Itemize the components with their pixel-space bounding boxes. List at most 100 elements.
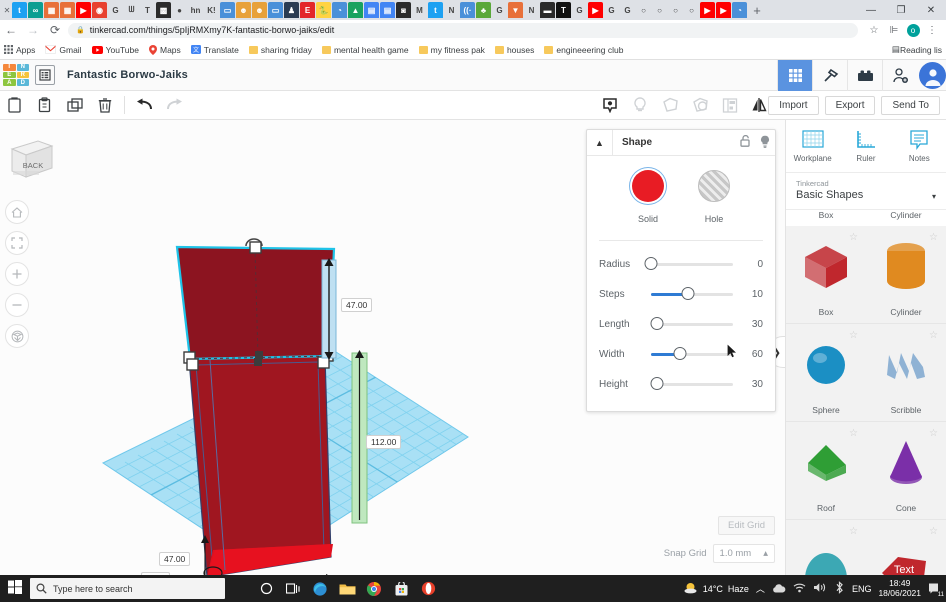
bluetooth-icon[interactable] [834, 581, 845, 596]
bookmark-gmail[interactable]: Gmail [45, 45, 81, 55]
colorgrid-tab-2[interactable]: ▦ [60, 2, 75, 18]
length-slider-track[interactable] [651, 323, 733, 326]
bookmark-sharing-friday[interactable]: sharing friday [249, 45, 312, 55]
google-tab-5[interactable]: G [620, 2, 635, 18]
google-tab-1[interactable]: G [108, 2, 123, 18]
gmail-tab[interactable]: M [412, 2, 427, 18]
width-slider-knob[interactable] [673, 347, 686, 360]
bricks-button[interactable] [847, 60, 882, 91]
zoom-out-button[interactable] [5, 293, 29, 317]
dim-label-112[interactable]: 112.00 [366, 435, 401, 449]
steps-slider-track[interactable] [651, 293, 733, 296]
blank-tab-4[interactable]: ○ [684, 2, 699, 18]
new-tab-button[interactable]: + [748, 3, 766, 18]
edge-button[interactable] [307, 575, 333, 602]
volume-icon[interactable] [813, 582, 827, 595]
doc-tab-1[interactable]: ▤ [364, 2, 379, 18]
dim-label-47-top[interactable]: 47.00 [341, 298, 372, 312]
youtube-tab-4[interactable]: ▶ [716, 2, 731, 18]
radius-slider-knob[interactable] [645, 257, 658, 270]
shape-cone[interactable]: ☆Cone [866, 422, 946, 520]
user-tab-1[interactable]: ☻ [236, 2, 251, 18]
google-tab-2[interactable]: G [492, 2, 507, 18]
width-slider-track[interactable] [651, 353, 733, 356]
hole-mode-option[interactable]: Hole [698, 170, 730, 227]
start-button[interactable] [0, 580, 30, 597]
radius-slider[interactable]: Radius0 [599, 249, 763, 279]
favorite-star-icon[interactable]: ☆ [929, 330, 938, 341]
length-slider-knob[interactable] [650, 317, 663, 330]
tinkercad-active-tab[interactable]: T [556, 2, 571, 18]
youtube-tab-2[interactable]: ▶ [588, 2, 603, 18]
snap-grid-select[interactable]: 1.0 mm ▴ [713, 544, 775, 563]
store-button[interactable] [388, 575, 414, 602]
window-maximize-button[interactable]: ❐ [886, 5, 916, 16]
blue-badge-tab-2[interactable]: ▭ [268, 2, 283, 18]
zoom-in-button[interactable] [5, 262, 29, 286]
cortana-button[interactable] [253, 575, 279, 602]
kahoot-tab[interactable]: K! [204, 2, 219, 18]
bulb-icon[interactable] [755, 135, 775, 151]
weather-widget[interactable]: 14°C Haze [683, 581, 749, 596]
ortho-perspective-button[interactable] [5, 324, 29, 348]
favorite-star-icon[interactable]: ☆ [849, 428, 858, 439]
shape-scribble[interactable]: ☆Scribble [866, 324, 946, 422]
n-tab-1[interactable]: N [444, 2, 459, 18]
red-circle-tab[interactable]: ◉ [92, 2, 107, 18]
network-icon[interactable] [793, 582, 806, 595]
bookmark-apps[interactable]: Apps [4, 45, 35, 55]
colorgrid-tab-1[interactable]: ▦ [44, 2, 59, 18]
profile-avatar[interactable]: o [904, 24, 922, 37]
e-tab[interactable]: E [300, 2, 315, 18]
youtube-tab-1[interactable]: ▶ [76, 2, 91, 18]
forward-button[interactable]: → [22, 23, 44, 37]
edit-grid-button[interactable]: Edit Grid [718, 516, 775, 535]
radius-slider-track[interactable] [651, 263, 733, 266]
bookmark-translate[interactable]: 文Translate [191, 45, 239, 55]
ungroup-button[interactable] [685, 91, 715, 120]
dark-sq-tab[interactable]: ◙ [396, 2, 411, 18]
favorite-star-icon[interactable]: ☆ [849, 330, 858, 341]
bookmark-engineeering-club[interactable]: engineeering club [544, 45, 623, 55]
ruler-tool[interactable]: Ruler [839, 120, 892, 172]
window-close-button[interactable]: ✕ [916, 5, 946, 16]
shape-cylinder[interactable]: ☆Cylinder [866, 226, 946, 324]
plant-tab[interactable]: ♣ [476, 2, 491, 18]
length-slider[interactable]: Length30 [599, 309, 763, 339]
align-button[interactable] [715, 91, 745, 120]
onedrive-icon[interactable] [772, 583, 786, 595]
shape-box[interactable]: ☆Box [786, 226, 866, 324]
height-slider-knob[interactable] [650, 377, 663, 390]
height-slider[interactable]: Height30 [599, 369, 763, 399]
shape-sphere[interactable]: ☆Sphere [786, 324, 866, 422]
dark-tab[interactable]: ▩ [156, 2, 171, 18]
drive-tab[interactable]: ▲ [348, 2, 363, 18]
shape-panel-collapse-button[interactable]: ▲ [587, 130, 613, 156]
export-button[interactable]: Export [825, 96, 876, 115]
bar-tab[interactable]: ▬ [540, 2, 555, 18]
task-view-button[interactable] [280, 575, 306, 602]
extensions-icon[interactable]: ⊫ [884, 25, 904, 36]
reading-list-button[interactable]: ▤ Reading lis [892, 44, 942, 55]
steps-slider-knob[interactable] [681, 287, 694, 300]
user-tab-2[interactable]: ☻ [252, 2, 267, 18]
chrome-button[interactable] [361, 575, 387, 602]
favorite-star-icon[interactable]: ☆ [929, 232, 938, 243]
group-button[interactable] [655, 91, 685, 120]
shape-roof[interactable]: ☆Roof [786, 422, 866, 520]
file-explorer-button[interactable] [334, 575, 360, 602]
taskbar-search[interactable]: Type here to search [30, 578, 225, 599]
notifications-button[interactable]: 11 [928, 582, 942, 595]
shape-text[interactable]: ☆Text [866, 520, 946, 575]
python-tab[interactable]: 🐍 [316, 2, 331, 18]
home-view-button[interactable] [5, 200, 29, 224]
favorite-star-icon[interactable]: ☆ [929, 526, 938, 537]
invite-button[interactable] [882, 60, 917, 91]
orange-tab[interactable]: ▼ [508, 2, 523, 18]
youtube-tab-3[interactable]: ▶ [700, 2, 715, 18]
address-bar[interactable]: 🔒 tinkercad.com/things/5pIjRMXmy7K-fanta… [68, 23, 858, 38]
reload-button[interactable]: ⟳ [44, 23, 66, 37]
orange-dot-tab[interactable]: ● [172, 2, 187, 18]
project-menu-button[interactable] [35, 65, 55, 85]
paste-button[interactable] [30, 91, 60, 120]
